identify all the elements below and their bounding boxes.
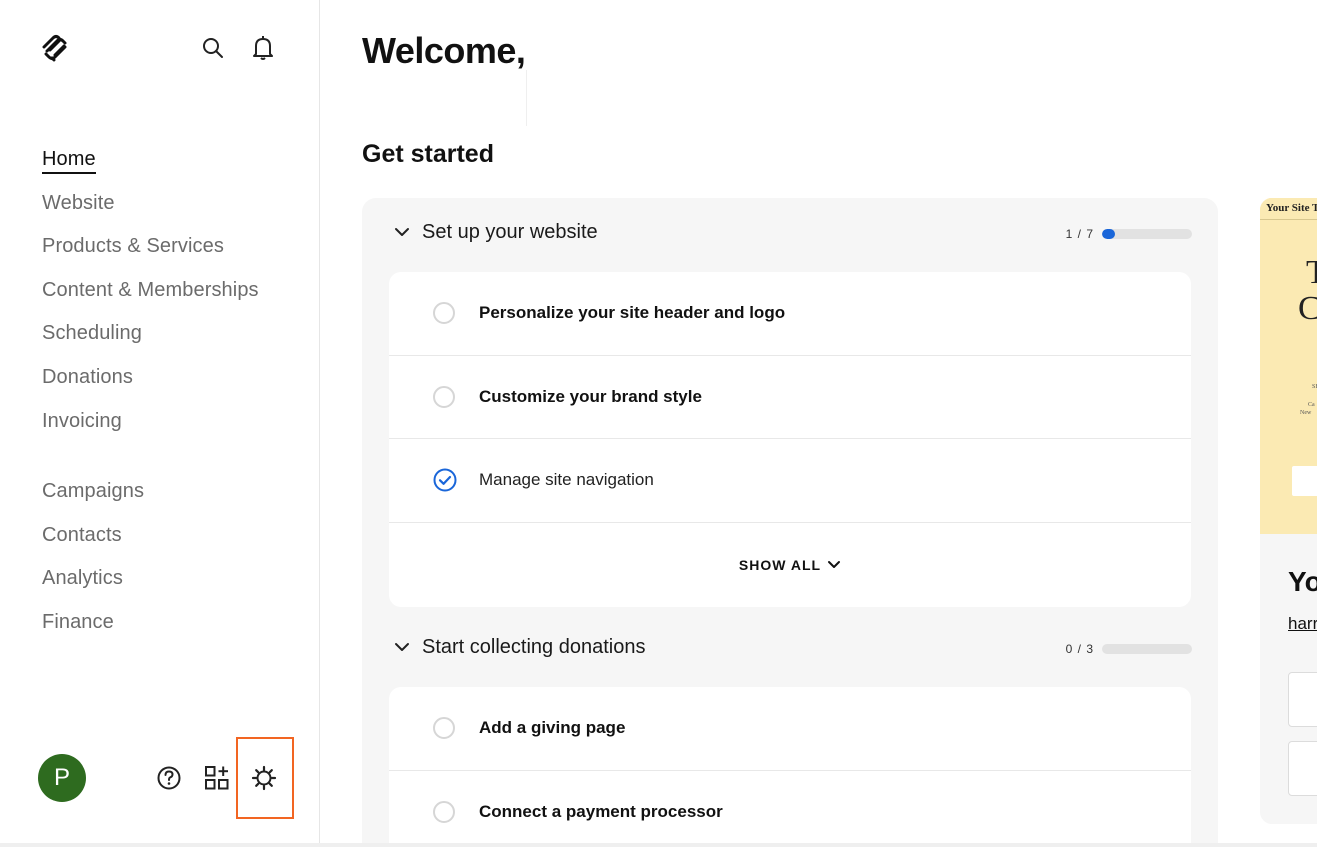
nav-item-content-memberships[interactable]: Content & Memberships [42,276,259,320]
preview-site-title: Your Site T [1260,198,1317,220]
task-item[interactable]: Connect a payment processor [389,771,1191,847]
nav-item-analytics[interactable]: Analytics [42,564,144,608]
progress-bar [1102,644,1192,654]
chevron-down-icon [828,560,841,568]
help-icon[interactable] [155,764,183,792]
progress-bar [1102,229,1192,239]
preview-action-box[interactable] [1288,672,1317,727]
primary-nav: Home Website Products & Services Content… [42,145,259,450]
section-title: Set up your website [422,220,598,243]
secondary-nav: Campaigns Contacts Analytics Finance [42,477,144,651]
nav-item-scheduling[interactable]: Scheduling [42,319,259,363]
task-list-donations: Add a giving page Connect a payment proc… [389,687,1191,847]
get-started-card: Set up your website 1 / 7 Personalize yo… [362,198,1218,847]
nav-item-website[interactable]: Website [42,189,259,233]
radio-unchecked-icon[interactable] [433,302,455,325]
nav-item-contacts[interactable]: Contacts [42,521,144,565]
bottom-strip [0,843,1317,847]
radio-unchecked-icon[interactable] [433,717,455,740]
site-preview-image: Your Site T T C SE Ca New [1260,198,1317,534]
radio-unchecked-icon[interactable] [433,385,455,408]
avatar[interactable]: P [38,754,86,802]
bell-icon[interactable] [250,34,276,62]
search-icon[interactable] [200,34,226,62]
progress-indicator: 0 / 3 [1066,642,1192,656]
nav-item-products-services[interactable]: Products & Services [42,232,259,276]
preview-button [1292,466,1317,496]
section-header-donations[interactable]: Start collecting donations [392,632,645,662]
radio-unchecked-icon[interactable] [433,801,455,824]
progress-count: 1 / 7 [1065,227,1094,241]
sidebar: Home Website Products & Services Content… [0,0,320,843]
task-label: Customize your brand style [479,386,702,406]
nav-item-campaigns[interactable]: Campaigns [42,477,144,521]
divider [526,70,527,126]
task-label: Add a giving page [479,718,626,738]
page-title: Welcome, [362,30,526,71]
task-label: Connect a payment processor [479,802,723,822]
task-label: Manage site navigation [479,470,654,490]
progress-fill [1102,229,1115,239]
nav-item-donations[interactable]: Donations [42,363,259,407]
preview-action-box[interactable] [1288,741,1317,796]
preview-text: Ca [1308,402,1315,408]
check-circle-icon[interactable] [433,468,457,492]
nav-item-invoicing[interactable]: Invoicing [42,407,259,451]
section-title: Start collecting donations [422,635,646,658]
preview-text: SE [1312,384,1317,390]
squarespace-logo-icon[interactable] [40,34,70,62]
preview-title: Yo [1288,566,1317,597]
section-heading: Get started [362,140,494,168]
chevron-down-icon [392,637,412,657]
settings-icon[interactable] [250,764,278,792]
preview-heading-1: T [1306,254,1317,291]
task-label: Personalize your site header and logo [479,303,786,323]
show-all-label: SHOW ALL [738,556,822,573]
preview-heading-2: C [1298,290,1317,327]
preview-text: New [1300,410,1312,416]
site-preview-card[interactable]: Your Site T T C SE Ca New Yo harr [1260,198,1317,824]
task-list-setup-website: Personalize your site header and logo Cu… [389,272,1191,607]
task-item[interactable]: Personalize your site header and logo [389,272,1191,356]
task-item[interactable]: Add a giving page [389,687,1191,771]
task-item[interactable]: Manage site navigation [389,439,1191,523]
progress-count: 0 / 3 [1065,642,1094,656]
progress-indicator: 1 / 7 [1066,227,1192,241]
chevron-down-icon [392,222,412,242]
nav-item-home[interactable]: Home [42,145,259,189]
apps-icon[interactable] [203,764,231,792]
nav-item-finance[interactable]: Finance [42,608,144,652]
section-header-setup-website[interactable]: Set up your website [392,217,598,247]
show-all-button[interactable]: SHOW ALL [389,523,1191,607]
site-url-link[interactable]: harr [1288,614,1317,634]
task-item[interactable]: Customize your brand style [389,356,1191,439]
